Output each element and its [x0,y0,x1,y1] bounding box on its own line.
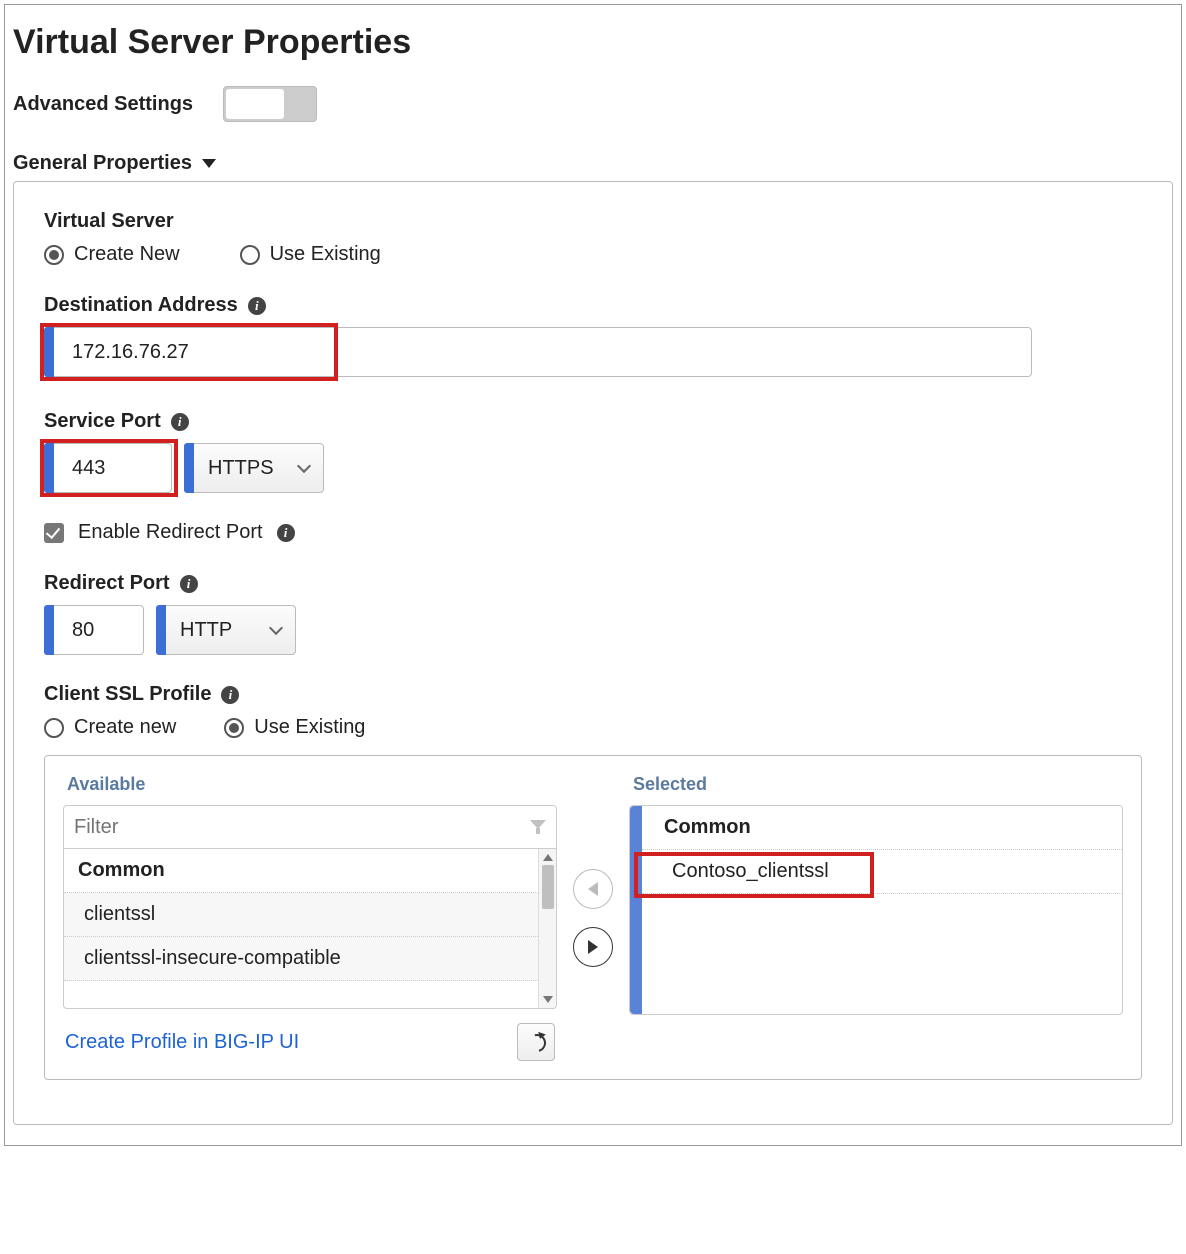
refresh-button[interactable] [517,1023,555,1061]
destination-address-input[interactable] [54,327,1032,377]
available-list[interactable]: Common clientssl clientssl-insecure-comp… [63,849,557,1009]
selected-title: Selected [629,774,1123,795]
redirect-port-protocol-select[interactable]: HTTP [166,605,296,655]
radio-create-new[interactable]: Create New [44,243,180,266]
radio-use-existing[interactable]: Use Existing [240,243,381,266]
move-right-button[interactable] [573,927,613,967]
info-icon[interactable]: i [180,575,198,593]
radio-ssl-create-new[interactable]: Create new [44,716,176,739]
virtual-server-label: Virtual Server [44,210,1142,233]
list-group-header: Common [642,806,1122,850]
client-ssl-profile-label: Client SSL Profile [44,683,211,706]
info-icon[interactable]: i [248,297,266,315]
scrollbar[interactable] [538,849,556,1008]
radio-icon [240,245,260,265]
section-header-general[interactable]: General Properties [13,152,1173,175]
arrow-right-icon [588,940,598,954]
available-title: Available [63,774,557,795]
destination-address-label: Destination Address [44,294,238,317]
enable-redirect-checkbox[interactable] [44,523,64,543]
list-item[interactable]: clientssl [64,893,556,937]
chevron-down-icon [297,459,311,473]
radio-icon [224,718,244,738]
filter-input[interactable] [74,816,530,839]
chevron-down-icon [202,159,216,168]
redirect-port-input[interactable] [54,605,144,655]
info-icon[interactable]: i [277,524,295,542]
radio-ssl-use-existing-label: Use Existing [254,716,365,739]
info-icon[interactable]: i [221,686,239,704]
select-value: HTTP [180,619,232,642]
chevron-down-icon [269,621,283,635]
service-port-protocol-select[interactable]: HTTPS [194,443,324,493]
radio-create-new-label: Create New [74,243,180,266]
radio-ssl-create-new-label: Create new [74,716,176,739]
service-port-label: Service Port [44,410,161,433]
select-value: HTTPS [208,457,274,480]
redirect-port-label: Redirect Port [44,572,170,595]
list-group-header: Common [64,849,556,893]
radio-use-existing-label: Use Existing [270,243,381,266]
enable-redirect-label: Enable Redirect Port [78,521,263,544]
list-item[interactable]: clientssl-insecure-compatible [64,937,556,981]
section-header-label: General Properties [13,152,192,175]
radio-ssl-use-existing[interactable]: Use Existing [224,716,365,739]
arrow-left-icon [588,882,598,896]
page-title: Virtual Server Properties [13,23,1173,62]
radio-icon [44,718,64,738]
selected-list[interactable]: Common Contoso_clientssl [629,805,1123,1015]
info-icon[interactable]: i [171,413,189,431]
refresh-icon [527,1033,545,1051]
advanced-settings-toggle[interactable] [223,86,317,122]
move-left-button[interactable] [573,869,613,909]
create-profile-link[interactable]: Create Profile in BIG-IP UI [65,1031,299,1054]
advanced-settings-label: Advanced Settings [13,93,193,116]
radio-icon [44,245,64,265]
filter-icon[interactable] [530,819,546,835]
dual-list-ssl-profiles: Available Common clientssl clientssl-ins… [44,755,1142,1080]
list-item[interactable]: Contoso_clientssl [642,850,1122,894]
service-port-input[interactable] [54,443,172,493]
